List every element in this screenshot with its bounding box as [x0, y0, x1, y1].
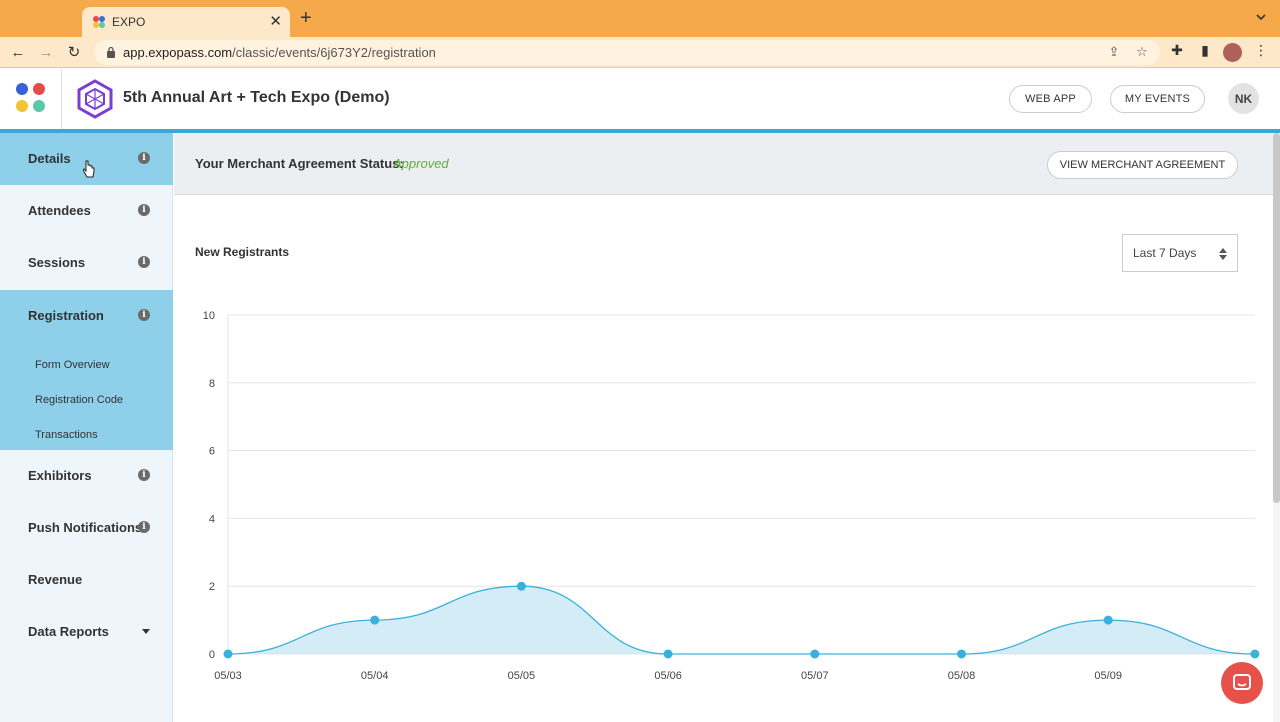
chat-launcher-button[interactable]	[1221, 662, 1263, 704]
x-tick-label: 05/07	[801, 670, 829, 682]
sidebar-item-attendees[interactable]: Attendees i	[0, 185, 173, 237]
sidebar: Form Overview Registration Code Transact…	[0, 133, 173, 722]
info-icon[interactable]: i	[138, 152, 150, 164]
x-tick-label: 05/08	[948, 670, 976, 682]
url-field[interactable]: app.expopass.com/classic/events/6j673Y2/…	[94, 40, 1160, 65]
y-tick-label: 4	[209, 513, 215, 525]
sidebar-subitem-registration-code[interactable]: Registration Code	[35, 394, 123, 406]
expo-favicon-icon	[93, 16, 105, 28]
data-point	[370, 615, 380, 625]
y-tick-label: 10	[203, 310, 215, 322]
y-tick-label: 2	[209, 581, 215, 593]
registration-submenu: Form Overview Registration Code Transact…	[0, 342, 173, 450]
x-tick-label: 05/05	[508, 670, 536, 682]
sidebar-subitem-transactions[interactable]: Transactions	[35, 429, 98, 441]
expopass-logo-icon	[16, 83, 45, 112]
sidebar-item-registration[interactable]: Registration i	[0, 290, 173, 342]
view-merchant-agreement-button[interactable]: VIEW MERCHANT AGREEMENT	[1047, 151, 1238, 179]
back-icon[interactable]: ←	[8, 42, 28, 62]
profile-avatar[interactable]	[1223, 43, 1242, 62]
sidebar-item-data-reports[interactable]: Data Reports	[0, 606, 173, 658]
y-tick-label: 8	[209, 378, 215, 390]
sidebar-item-label: Data Reports	[28, 624, 109, 639]
data-point	[516, 581, 526, 591]
select-arrows-icon	[1219, 248, 1227, 260]
info-icon[interactable]: i	[138, 469, 150, 481]
data-point	[223, 649, 233, 659]
forward-icon[interactable]: →	[36, 42, 56, 62]
bookmark-star-icon[interactable]: ☆	[1134, 44, 1150, 60]
mouse-cursor-icon	[83, 160, 95, 178]
chart-title: New Registrants	[195, 245, 290, 259]
new-tab-icon[interactable]: +	[300, 8, 312, 28]
data-point	[1250, 649, 1260, 659]
tab-title: EXPO	[112, 15, 146, 29]
lock-icon	[107, 46, 115, 58]
chevron-down-icon[interactable]	[1256, 12, 1266, 22]
app-header: 5th Annual Art + Tech Expo (Demo) WEB AP…	[0, 69, 1280, 129]
merchant-status-label: Your Merchant Agreement Status:	[195, 156, 404, 171]
web-app-button[interactable]: WEB APP	[1009, 85, 1092, 113]
share-icon[interactable]: ⇪	[1106, 44, 1122, 60]
new-registrants-chart: 0 2 4 6 8 10 05/03 05/04 05/05 05/06 05/07 05/08 05/…	[203, 310, 1261, 682]
data-point	[957, 649, 966, 659]
x-tick-label: 05/06	[654, 670, 682, 682]
close-tab-icon[interactable]: ✕	[269, 12, 282, 30]
x-tick-label: 05/03	[214, 670, 242, 682]
browser-address-bar: ← → ↻ app.expopass.com/classic/events/6j…	[0, 37, 1280, 68]
data-point	[1103, 615, 1113, 625]
event-hexagon-logo-icon	[77, 79, 113, 119]
data-point	[663, 649, 673, 659]
data-point	[810, 649, 820, 659]
merchant-status-bar: Your Merchant Agreement Status: Approved…	[174, 133, 1273, 195]
user-avatar[interactable]: NK	[1228, 83, 1259, 114]
sidebar-item-sessions[interactable]: Sessions i	[0, 237, 173, 289]
extensions-puzzle-icon[interactable]: ✚	[1168, 42, 1186, 60]
date-range-select[interactable]: Last 7 Days	[1122, 234, 1238, 272]
side-panel-icon[interactable]: ▮	[1196, 42, 1214, 60]
info-icon[interactable]: i	[138, 204, 150, 216]
date-range-value: Last 7 Days	[1133, 246, 1197, 260]
sidebar-item-label: Push Notifications	[28, 520, 143, 535]
sidebar-item-label: Attendees	[28, 203, 91, 218]
sidebar-item-push-notifications[interactable]: Push Notifications i	[0, 502, 173, 554]
browser-tab-bar: EXPO ✕ +	[0, 0, 1280, 37]
x-tick-label: 05/09	[1094, 670, 1122, 682]
merchant-status-value: Approved	[393, 156, 449, 171]
info-icon[interactable]: i	[138, 521, 150, 533]
chat-icon	[1233, 674, 1251, 690]
my-events-button[interactable]: MY EVENTS	[1110, 85, 1205, 113]
x-tick-label: 05/04	[361, 670, 389, 682]
sidebar-item-label: Sessions	[28, 255, 86, 270]
browser-tab[interactable]: EXPO ✕	[82, 7, 290, 37]
reload-icon[interactable]: ↻	[64, 42, 84, 62]
event-title: 5th Annual Art + Tech Expo (Demo)	[123, 89, 390, 106]
expopass-logo[interactable]	[0, 69, 62, 129]
info-icon[interactable]: i	[138, 256, 150, 268]
browser-menu-icon[interactable]: ⋮	[1252, 42, 1270, 60]
sidebar-item-label: Revenue	[28, 572, 83, 587]
sidebar-subitem-form-overview[interactable]: Form Overview	[35, 359, 110, 371]
y-tick-label: 0	[209, 649, 215, 661]
sidebar-item-exhibitors[interactable]: Exhibitors i	[0, 450, 173, 502]
sidebar-item-label: Registration	[28, 308, 104, 323]
url-text: app.expopass.com/classic/events/6j673Y2/…	[123, 45, 436, 60]
sidebar-item-label: Details	[28, 151, 71, 166]
caret-down-icon[interactable]	[142, 629, 150, 634]
sidebar-item-label: Exhibitors	[28, 468, 92, 483]
info-icon[interactable]: i	[138, 309, 150, 321]
y-tick-label: 6	[209, 446, 215, 458]
page-scrollbar-thumb[interactable]	[1273, 133, 1280, 503]
sidebar-item-revenue[interactable]: Revenue	[0, 554, 173, 606]
